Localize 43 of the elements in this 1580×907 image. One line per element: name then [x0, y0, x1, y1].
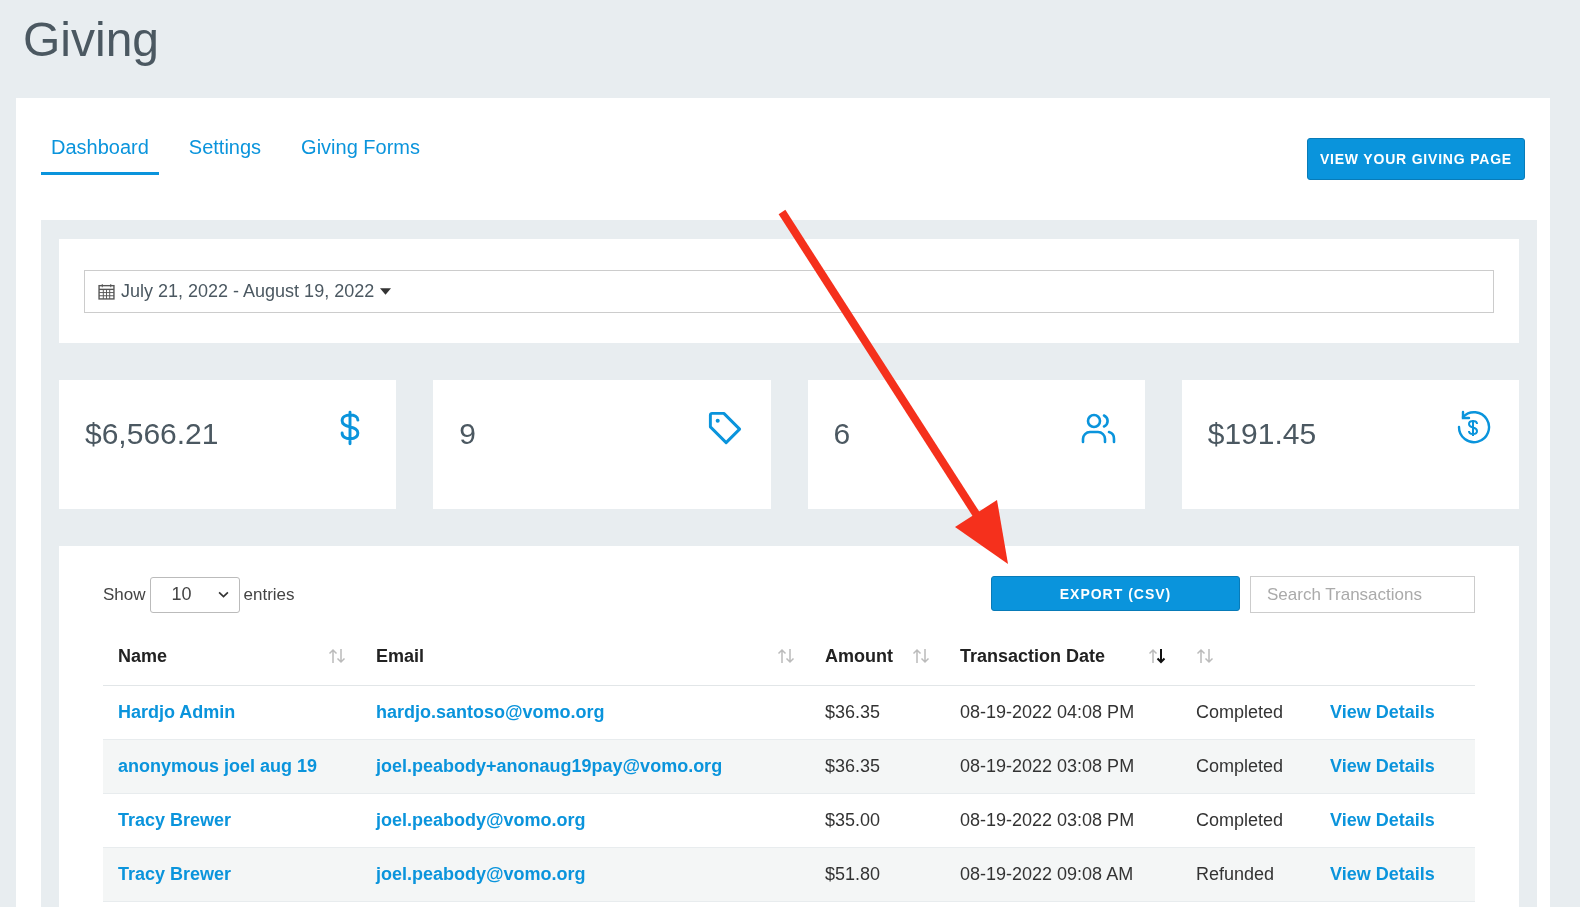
chevron-icon — [217, 591, 229, 598]
view-details-link[interactable]: View Details — [1330, 810, 1435, 830]
email-link[interactable]: hardjo.santoso@vomo.org — [376, 702, 605, 722]
tab[interactable]: Dashboard — [41, 136, 159, 175]
amount-cell: $35.00 — [825, 810, 881, 830]
status-cell: Completed — [1196, 756, 1284, 776]
amount-cell: $36.35 — [825, 702, 881, 722]
tab[interactable]: Settings — [178, 136, 272, 175]
date-range-picker[interactable]: July 21, 2022 - August 19, 2022 — [84, 270, 1494, 313]
column-header[interactable]: Transaction Date — [960, 645, 1106, 667]
email-link[interactable]: joel.peabody@vomo.org — [376, 810, 586, 830]
tab[interactable]: Giving Forms — [291, 136, 430, 175]
stat-value: $191.45 — [1207, 417, 1317, 451]
date-cell: 08-19-2022 04:08 PM — [960, 702, 1135, 722]
column-header[interactable]: Amount — [825, 645, 893, 667]
status-cell: Completed — [1196, 702, 1284, 722]
column-header[interactable]: Email — [376, 645, 425, 667]
stat-value: 6 — [833, 417, 851, 451]
date-cell: 08-19-2022 09:08 AM — [960, 864, 1134, 884]
donor-name-link[interactable]: Tracy Brewer — [118, 810, 232, 830]
caret-icon — [380, 288, 392, 295]
donor-name-link[interactable]: Tracy Brewer — [118, 864, 232, 884]
status-cell: Completed — [1196, 810, 1284, 830]
date-cell: 08-19-2022 03:08 PM — [960, 756, 1135, 776]
stat-value: $6,566.21 — [85, 417, 219, 451]
date-cell: 08-19-2022 03:08 PM — [960, 810, 1135, 830]
calendar-icon — [98, 283, 115, 300]
sort-icon[interactable] — [1148, 648, 1166, 664]
donor-name-link[interactable]: Hardjo Admin — [118, 702, 236, 722]
page-title: Giving — [23, 12, 160, 67]
view-giving-page-button[interactable]: VIEW YOUR GIVING PAGE — [1306, 138, 1525, 180]
stat-value: 9 — [459, 417, 476, 451]
page-size-select[interactable]: 10 — [149, 576, 240, 613]
column-header[interactable]: Name — [118, 645, 168, 667]
status-cell: Refunded — [1196, 864, 1275, 884]
amount-cell: $36.35 — [825, 756, 881, 776]
export-button[interactable]: EXPORT (CSV) — [991, 576, 1240, 611]
view-details-link[interactable]: View Details — [1330, 702, 1435, 722]
amount-cell: $51.80 — [825, 864, 881, 884]
email-link[interactable]: joel.peabody@vomo.org — [376, 864, 586, 884]
search-field[interactable]: Search Transactions — [1250, 576, 1475, 613]
show-label: Show — [103, 584, 146, 605]
entries-label: entries — [243, 584, 295, 605]
